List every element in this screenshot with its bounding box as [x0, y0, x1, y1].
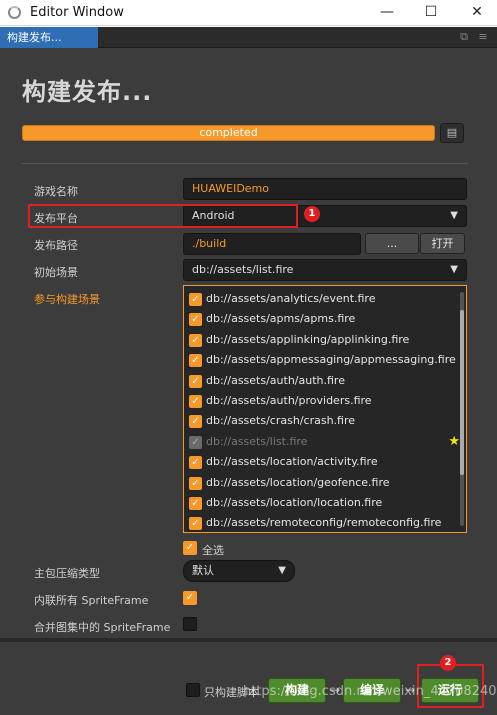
compression-label: 主包压缩类型: [34, 567, 100, 580]
scene-checkbox[interactable]: ✓: [189, 374, 202, 388]
star-icon: ★: [448, 433, 460, 449]
merge-spriteframe-label: 合并图集中的 SpriteFrame: [34, 621, 171, 634]
scrollbar-thumb[interactable]: [460, 310, 464, 475]
scene-row[interactable]: ✓ db://assets/crash/crash.fire: [184, 412, 454, 432]
scene-row[interactable]: ✓ db://assets/location/geofence.fire: [184, 474, 454, 494]
scene-path: db://assets/list.fire: [206, 434, 308, 448]
scene-checkbox: ✓: [189, 435, 202, 449]
scene-path: db://assets/auth/providers.fire: [206, 394, 372, 407]
scene-path: db://assets/location/location.fire: [206, 496, 383, 509]
scene-checkbox[interactable]: ✓: [189, 456, 202, 470]
scene-path: db://assets/appmessaging/appmessaging.fi…: [206, 353, 456, 367]
scene-checkbox[interactable]: ✓: [189, 354, 202, 368]
scene-path: db://assets/apms/apms.fire: [206, 312, 356, 326]
page-title: 构建发布...: [22, 78, 153, 106]
build-progress-bar: completed: [22, 125, 435, 141]
select-all-label: 全选: [202, 544, 224, 557]
scene-path: db://assets/location/activity.fire: [206, 455, 378, 469]
start-scene-label: 初始场景: [34, 266, 78, 279]
maximize-button[interactable]: ☐: [420, 2, 442, 22]
build-script-only-checkbox[interactable]: [186, 683, 200, 697]
scene-row[interactable]: ✓ db://assets/auth/providers.fire: [184, 392, 454, 412]
annotation-badge-2: 2: [440, 655, 456, 671]
build-path-label: 发布路径: [34, 239, 78, 252]
build-panel: 构建发布... completed ▤ 游戏名称 HUAWEIDemo 发布平台…: [0, 48, 497, 715]
scene-checkbox[interactable]: ✓: [189, 497, 202, 510]
merge-spriteframe-checkbox[interactable]: [183, 617, 197, 631]
open-button[interactable]: 打开: [420, 233, 465, 254]
scene-path: db://assets/crash/crash.fire: [206, 414, 356, 428]
game-name-label: 游戏名称: [34, 185, 78, 198]
compression-value: 默认: [192, 564, 214, 577]
scene-checkbox[interactable]: ✓: [189, 333, 202, 347]
select-all-checkbox[interactable]: ✓: [183, 541, 197, 555]
tab-build-release[interactable]: 构建发布...: [0, 27, 98, 48]
scene-row[interactable]: ✓ db://assets/list.fire ★: [184, 433, 460, 453]
log-icon[interactable]: ▤: [440, 123, 464, 143]
scrollbar[interactable]: [460, 292, 464, 526]
scene-row[interactable]: ✓ db://assets/location/location.fire: [184, 494, 454, 514]
scene-checkbox[interactable]: ✓: [189, 517, 202, 531]
annotation-highlight-platform: [28, 204, 298, 228]
menu-icon[interactable]: ≡: [477, 31, 489, 43]
tab-strip: 构建发布... ⧉ ≡: [0, 27, 497, 48]
scene-path: db://assets/auth/auth.fire: [206, 373, 345, 387]
chevron-down-icon: ▼: [450, 210, 458, 221]
scene-row[interactable]: ✓ db://assets/applinking/applinking.fire: [184, 331, 454, 351]
scene-row[interactable]: ✓ db://assets/analytics/event.fire: [184, 290, 454, 310]
restore-icon[interactable]: ⧉: [458, 31, 470, 43]
chevron-down-icon: ▼: [278, 565, 286, 576]
scene-row[interactable]: ✓ db://assets/appmessaging/appmessaging.f…: [184, 351, 456, 371]
divider: [22, 163, 468, 164]
inline-spriteframe-label: 内联所有 SpriteFrame: [34, 594, 149, 607]
annotation-badge-1: 1: [304, 206, 320, 222]
scenes-label: 参与构建场景: [34, 293, 100, 306]
compression-select[interactable]: 默认 ▼: [183, 560, 295, 582]
scene-checkbox[interactable]: ✓: [189, 395, 202, 408]
build-path-input[interactable]: ./build: [183, 233, 361, 255]
scene-path: db://assets/applinking/applinking.fire: [206, 332, 410, 346]
start-scene-value: db://assets/list.fire: [192, 263, 294, 276]
browse-button[interactable]: ...: [365, 233, 419, 254]
scene-row[interactable]: ✓ db://assets/apms/apms.fire: [184, 310, 454, 330]
scene-row[interactable]: ✓ db://assets/remoteconfig/remoteconfig.f…: [184, 514, 454, 534]
watermark: https://blog.csdn.net/weixin_44708240: [243, 684, 497, 699]
title-bar: Editor Window — ☐ ✕: [0, 0, 497, 26]
scene-path: db://assets/analytics/event.fire: [206, 292, 376, 305]
game-name-input[interactable]: HUAWEIDemo: [183, 178, 467, 200]
close-button[interactable]: ✕: [466, 2, 488, 22]
scene-checkbox[interactable]: ✓: [189, 415, 202, 429]
scene-checkbox[interactable]: ✓: [189, 293, 202, 306]
scene-checkbox[interactable]: ✓: [189, 476, 202, 490]
scene-list[interactable]: ✓ db://assets/analytics/event.fire ✓ db://a…: [183, 285, 467, 533]
scene-checkbox[interactable]: ✓: [189, 313, 202, 327]
start-scene-select[interactable]: db://assets/list.fire ▼: [183, 259, 467, 281]
chevron-down-icon: ▼: [450, 264, 458, 275]
minimize-button[interactable]: —: [376, 2, 398, 22]
panel-separator: [0, 638, 497, 642]
inline-spriteframe-checkbox[interactable]: ✓: [183, 591, 197, 605]
scene-path: db://assets/location/geofence.fire: [206, 475, 390, 489]
window-title: Editor Window: [30, 5, 124, 20]
scene-row[interactable]: ✓ db://assets/location/activity.fire: [184, 453, 454, 473]
app-icon: [8, 6, 21, 19]
scene-row[interactable]: ✓ db://assets/auth/auth.fire: [184, 372, 454, 392]
scene-path: db://assets/remoteconfig/remoteconfig.fi…: [206, 516, 442, 530]
